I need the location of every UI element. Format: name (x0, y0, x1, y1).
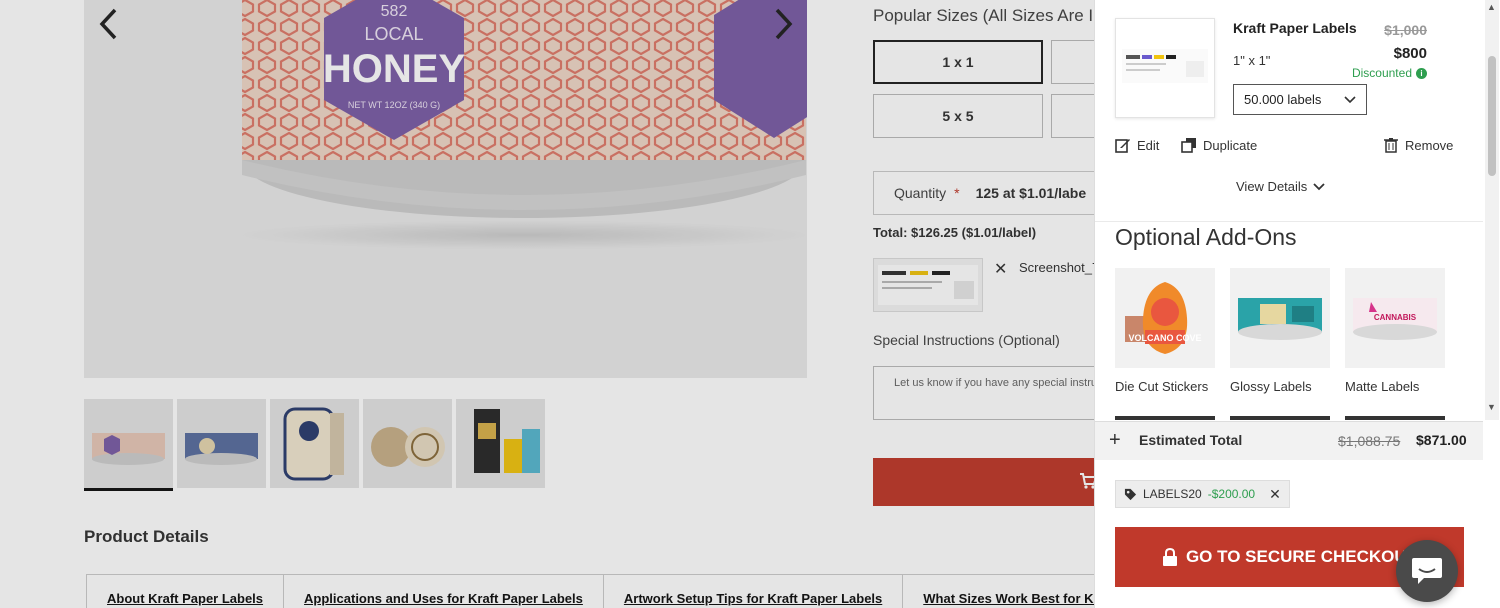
remove-button[interactable]: Remove (1383, 137, 1453, 153)
view-details-toggle[interactable]: View Details (1236, 179, 1325, 194)
duplicate-label: Duplicate (1203, 137, 1258, 153)
addon-label: Die Cut Stickers (1115, 379, 1209, 394)
addon-button-edge[interactable] (1230, 416, 1330, 420)
cart-item-name: Kraft Paper Labels (1233, 20, 1357, 36)
lock-icon (1162, 548, 1177, 566)
coupon-chip: LABELS20 -$200.00 ✕ (1115, 480, 1290, 508)
trash-icon (1384, 138, 1398, 153)
edit-label: Edit (1137, 137, 1160, 153)
section-divider (1095, 221, 1483, 222)
checkout-label: GO TO SECURE CHECKOUT (1185, 547, 1418, 566)
addon-button-edge[interactable] (1345, 416, 1445, 420)
plus-icon[interactable]: + (1109, 429, 1121, 452)
cart-scroll-area: Kraft Paper Labels 1" x 1" $1,000 $800 D… (1095, 0, 1483, 420)
addon-label: Glossy Labels (1230, 379, 1312, 394)
tag-icon (1124, 488, 1137, 500)
cart-drawer: Kraft Paper Labels 1" x 1" $1,000 $800 D… (1094, 0, 1500, 608)
matte-roll-image: CANNABIS (1345, 268, 1445, 368)
estimated-total-new: $871.00 (1416, 432, 1467, 448)
view-details-label: View Details (1236, 179, 1308, 194)
glossy-roll-image (1230, 268, 1330, 368)
addon-matte-labels[interactable]: CANNABIS Matte Labels (1345, 268, 1445, 394)
scroll-up-icon[interactable]: ▲ (1487, 2, 1496, 12)
cart-quantity-value: 50.000 labels (1244, 92, 1322, 107)
discount-badge: Discounted i (1352, 66, 1427, 80)
chevron-down-icon (1313, 182, 1325, 190)
cart-quantity-select[interactable]: 50.000 labels (1233, 84, 1367, 115)
coupon-amount: -$200.00 (1207, 487, 1256, 501)
chat-icon (1412, 558, 1442, 584)
remove-label: Remove (1405, 137, 1454, 153)
duplicate-icon (1181, 138, 1196, 153)
duplicate-button[interactable]: Duplicate (1181, 137, 1257, 153)
close-icon[interactable]: ✕ (1269, 486, 1281, 503)
coupon-code: LABELS20 (1143, 487, 1202, 501)
edit-button[interactable]: Edit (1115, 137, 1159, 153)
cart-item-new-price: $800 (1393, 45, 1427, 62)
addon-image: VOLCANO COVE (1115, 268, 1215, 368)
drawer-backdrop[interactable] (0, 0, 1094, 608)
addon-image: CANNABIS (1345, 268, 1445, 368)
cart-scrollbar[interactable]: ▲ ▼ (1485, 0, 1499, 420)
addon-die-cut-stickers[interactable]: VOLCANO COVE Die Cut Stickers (1115, 268, 1215, 394)
scrollbar-thumb[interactable] (1488, 56, 1496, 176)
cart-item-thumbnail (1115, 18, 1215, 118)
volcano-cove-sticker-image: VOLCANO COVE (1115, 268, 1215, 368)
addon-image-text: VOLCANO COVE (1128, 333, 1201, 343)
estimated-total-label: Estimated Total (1139, 432, 1243, 448)
addon-label: Matte Labels (1345, 379, 1420, 394)
cart-item-old-price: $1,000 (1384, 22, 1427, 38)
addon-image-text: CANNABIS (1374, 313, 1417, 322)
chevron-down-icon (1344, 95, 1356, 103)
addon-glossy-labels[interactable]: Glossy Labels (1230, 268, 1330, 394)
chat-button[interactable] (1396, 540, 1458, 602)
addon-image (1230, 268, 1330, 368)
cart-item-size: 1" x 1" (1233, 53, 1271, 68)
info-icon[interactable]: i (1416, 67, 1427, 79)
addon-button-edge[interactable] (1115, 416, 1215, 420)
addons-title: Optional Add-Ons (1115, 224, 1297, 250)
page: 582 LOCAL HONEY NET WT 12OZ (340 G) Prod… (0, 0, 1500, 608)
scroll-down-icon[interactable]: ▼ (1487, 402, 1496, 412)
estimated-total-old: $1,088.75 (1338, 433, 1401, 449)
discount-text: Discounted (1351, 66, 1412, 80)
estimated-total-row[interactable]: + Estimated Total $1,088.75 $871.00 (1095, 421, 1483, 460)
edit-icon (1115, 139, 1130, 153)
